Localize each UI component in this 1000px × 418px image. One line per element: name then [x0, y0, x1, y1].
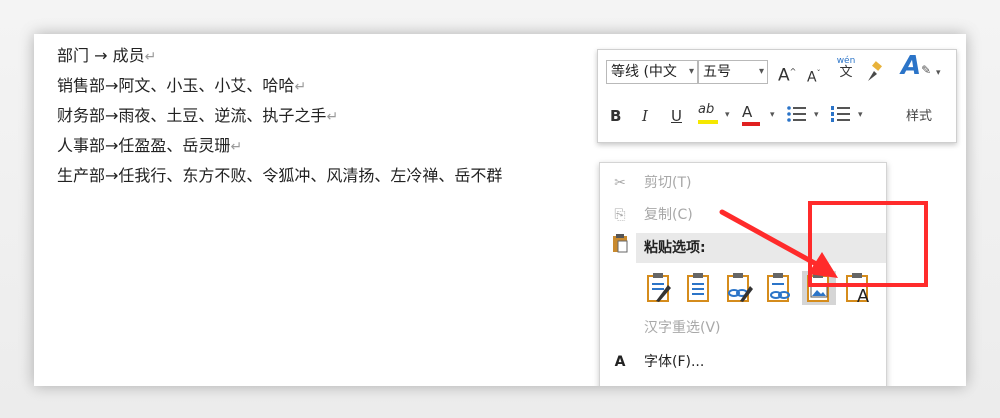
- annotation-highlight-box: [808, 201, 928, 287]
- screenshot-frame: 部门 → 成员↵ 销售部→阿文、小玉、小艾、哈哈↵ 财务部→雨夜、土豆、逆流、执…: [0, 0, 1000, 418]
